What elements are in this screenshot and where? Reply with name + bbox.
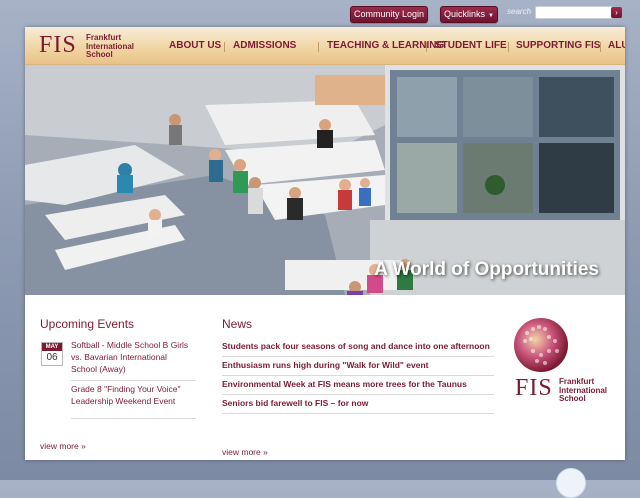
news-section: News Students pack four seasons of song … <box>222 317 494 457</box>
logo-mark: FIS <box>39 32 77 58</box>
quicklinks-label: Quicklinks <box>444 9 486 19</box>
calendar-icon: MAY 06 <box>41 342 63 366</box>
community-login-button[interactable]: Community Login <box>350 6 428 23</box>
upcoming-events: Upcoming Events MAY 06 Softball - Middle… <box>40 317 200 451</box>
globe-icon <box>514 318 568 372</box>
nav-about-us[interactable]: ABOUT US <box>169 40 221 51</box>
news-heading: News <box>222 317 253 331</box>
event-title[interactable]: Softball - Middle School B Girls vs. Bav… <box>71 339 189 375</box>
nav-alumni[interactable]: ALUMNI <box>608 40 625 51</box>
events-view-more-link[interactable]: view more » <box>40 441 86 451</box>
nav-divider <box>426 42 427 52</box>
side-logo-mark: FIS <box>515 375 553 401</box>
events-heading: Upcoming Events <box>40 317 135 331</box>
nav-student-life[interactable]: STUDENT LIFE <box>435 40 507 51</box>
nav-admissions[interactable]: ADMISSIONS <box>233 40 296 51</box>
hero-caption: A World of Opportunities <box>374 259 599 280</box>
event-title[interactable]: Grade 8 "Finding Your Voice" Leadership … <box>71 383 189 407</box>
utility-bar: Community Login Quicklinks ▼ search › <box>0 6 640 23</box>
news-item[interactable]: Students pack four seasons of song and d… <box>222 338 494 357</box>
event-item[interactable]: MAY 06 Softball - Middle School B Girls … <box>40 339 200 383</box>
news-item[interactable]: Seniors bid farewell to FIS – for now <box>222 395 494 414</box>
caret-down-icon: ▼ <box>488 13 494 19</box>
accreditation-seal-icon <box>556 468 586 498</box>
event-month: MAY <box>42 343 62 351</box>
nav-divider <box>508 42 509 52</box>
event-item[interactable]: Grade 8 "Finding Your Voice" Leadership … <box>40 383 200 421</box>
fis-globe-logo: FIS Frankfurt International School <box>505 317 607 412</box>
divider <box>71 418 196 419</box>
search-label: search <box>507 7 532 16</box>
news-item[interactable]: Environmental Week at FIS means more tre… <box>222 376 494 395</box>
chevron-right-icon: › <box>615 8 618 17</box>
nav-divider <box>224 42 225 52</box>
nav-divider <box>600 42 601 52</box>
hero-image[interactable]: A World of Opportunities <box>25 65 625 295</box>
site-header: FIS Frankfurt International School ABOUT… <box>25 27 625 65</box>
divider <box>71 380 196 381</box>
side-logo-school-name: Frankfurt International School <box>559 377 608 403</box>
news-title[interactable]: Students pack four seasons of song and d… <box>222 338 494 352</box>
nav-supporting-fis[interactable]: SUPPORTING FIS <box>516 40 600 51</box>
quicklinks-button[interactable]: Quicklinks ▼ <box>440 6 498 23</box>
search-submit-button[interactable]: › <box>611 7 622 18</box>
news-view-more-link[interactable]: view more » <box>222 447 268 457</box>
event-day: 06 <box>46 352 58 363</box>
news-item[interactable]: Enthusiasm runs high during "Walk for Wi… <box>222 357 494 376</box>
search-input[interactable] <box>535 6 613 19</box>
news-title[interactable]: Enthusiasm runs high during "Walk for Wi… <box>222 357 494 371</box>
logo-school-name: Frankfurt International School <box>86 33 135 59</box>
page-frame: FIS Frankfurt International School ABOUT… <box>25 27 625 460</box>
news-title[interactable]: Seniors bid farewell to FIS – for now <box>222 395 494 409</box>
news-title[interactable]: Environmental Week at FIS means more tre… <box>222 376 494 390</box>
nav-divider <box>318 42 319 52</box>
